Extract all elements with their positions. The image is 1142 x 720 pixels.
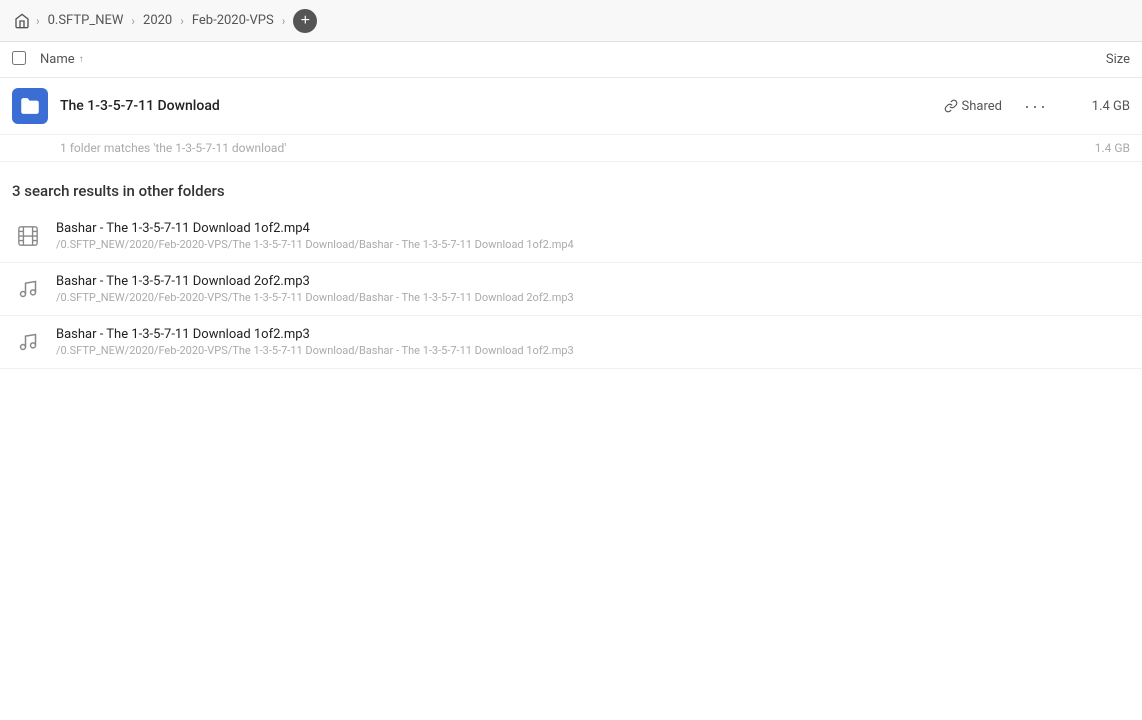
breadcrumb: › 0.SFTP_NEW › 2020 › Feb-2020-VPS › + [12,9,317,33]
breadcrumb-item-sftp[interactable]: 0.SFTP_NEW [44,11,128,30]
other-result-info: Bashar - The 1-3-5-7-11 Download 1of2.mp… [56,221,1130,251]
breadcrumb-item-2020[interactable]: 2020 [139,11,176,30]
home-button[interactable] [12,11,32,31]
shared-badge: Shared [944,99,1002,114]
other-results-section-header: 3 search results in other folders [0,162,1142,210]
other-results-list: Bashar - The 1-3-5-7-11 Download 1of2.mp… [0,210,1142,369]
name-column-header[interactable]: Name ↑ [40,52,1050,67]
folder-size: 1.4 GB [1070,99,1130,114]
other-result-path: /0.SFTP_NEW/2020/Feb-2020-VPS/The 1-3-5-… [56,238,1130,251]
other-result-name: Bashar - The 1-3-5-7-11 Download 2of2.mp… [56,274,1130,289]
match-hint-size: 1.4 GB [1095,141,1130,155]
folder-name: The 1-3-5-7-11 Download [60,98,944,114]
separator-3: › [180,14,184,28]
video-file-icon [12,220,44,252]
checkbox-input[interactable] [12,51,26,65]
other-result-info: Bashar - The 1-3-5-7-11 Download 1of2.mp… [56,327,1130,357]
more-options-button[interactable]: ··· [1018,94,1054,119]
column-header-row: Name ↑ Size [0,42,1142,78]
breadcrumb-item-feb[interactable]: Feb-2020-VPS [188,11,278,30]
folder-icon [12,88,48,124]
other-result-path: /0.SFTP_NEW/2020/Feb-2020-VPS/The 1-3-5-… [56,344,1130,357]
match-hint: 1 folder matches 'the 1-3-5-7-11 downloa… [0,135,1142,162]
audio-file-icon [12,273,44,305]
other-result-row[interactable]: Bashar - The 1-3-5-7-11 Download 1of2.mp… [0,316,1142,369]
select-all-checkbox[interactable] [12,51,32,69]
other-result-path: /0.SFTP_NEW/2020/Feb-2020-VPS/The 1-3-5-… [56,291,1130,304]
other-result-row[interactable]: Bashar - The 1-3-5-7-11 Download 1of2.mp… [0,210,1142,263]
add-tab-button[interactable]: + [293,9,317,33]
sort-icon: ↑ [79,54,84,65]
size-column-header[interactable]: Size [1050,52,1130,67]
separator-2: › [131,14,135,28]
separator-4: › [282,14,286,28]
breadcrumb-bar: › 0.SFTP_NEW › 2020 › Feb-2020-VPS › + [0,0,1142,42]
other-result-name: Bashar - The 1-3-5-7-11 Download 1of2.mp… [56,327,1130,342]
main-folder-row[interactable]: The 1-3-5-7-11 Download Shared ··· 1.4 G… [0,78,1142,135]
separator-1: › [36,14,40,28]
other-result-info: Bashar - The 1-3-5-7-11 Download 2of2.mp… [56,274,1130,304]
other-result-row[interactable]: Bashar - The 1-3-5-7-11 Download 2of2.mp… [0,263,1142,316]
audio-file-icon [12,326,44,358]
other-result-name: Bashar - The 1-3-5-7-11 Download 1of2.mp… [56,221,1130,236]
link-icon [944,99,958,113]
